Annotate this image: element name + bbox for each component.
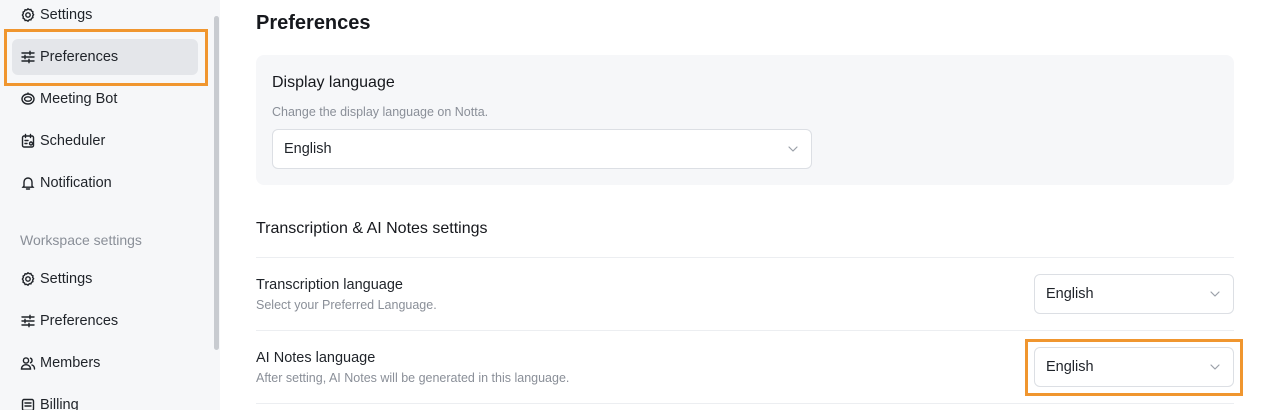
- sidebar-item-settings[interactable]: Settings: [12, 0, 198, 33]
- select-value: English: [1046, 359, 1094, 375]
- sidebar-item-label: Billing: [40, 397, 79, 410]
- display-language-description: Change the display language on Notta.: [272, 105, 489, 119]
- sidebar-item-workspace-settings[interactable]: Settings: [12, 261, 198, 297]
- transcription-ai-notes-section-title: Transcription & AI Notes settings: [256, 220, 488, 237]
- sliders-icon: [20, 313, 36, 329]
- sidebar-item-preferences[interactable]: Preferences: [12, 39, 198, 75]
- chevron-down-icon: [1209, 361, 1221, 373]
- sidebar-item-label: Members: [40, 355, 101, 371]
- sliders-icon: [20, 49, 36, 65]
- workspace-settings-label: Workspace settings: [20, 232, 142, 248]
- select-value: English: [1046, 286, 1094, 302]
- sidebar-item-label: Preferences: [40, 49, 119, 65]
- sidebar-item-notification[interactable]: Notification: [12, 165, 198, 201]
- sidebar-item-label: Preferences: [40, 313, 119, 329]
- bell-icon: [20, 175, 36, 191]
- display-language-title: Display language: [272, 74, 395, 91]
- display-language-select[interactable]: English: [272, 129, 812, 169]
- transcription-language-select[interactable]: English: [1034, 274, 1234, 314]
- sidebar-item-label: Settings: [40, 7, 93, 23]
- ai-notes-language-title: AI Notes language: [256, 350, 376, 366]
- sidebar-item-scheduler[interactable]: Scheduler: [12, 123, 198, 159]
- sidebar-item-workspace-preferences[interactable]: Preferences: [12, 303, 198, 339]
- sidebar-item-label: Settings: [40, 271, 93, 287]
- chevron-down-icon: [1209, 288, 1221, 300]
- sidebar-item-meeting-bot[interactable]: Meeting Bot: [12, 81, 198, 117]
- display-language-card: Display language Change the display lang…: [256, 55, 1234, 185]
- sidebar-scrollbar[interactable]: [214, 16, 219, 350]
- gear-icon: [20, 7, 36, 23]
- billing-icon: [20, 397, 36, 410]
- ai-notes-language-select[interactable]: English: [1034, 347, 1234, 387]
- calendar-icon: [20, 133, 36, 149]
- transcription-language-description: Select your Preferred Language.: [256, 298, 437, 312]
- select-value: English: [284, 141, 332, 157]
- transcription-language-title: Transcription language: [256, 277, 403, 293]
- chevron-down-icon: [787, 143, 799, 155]
- bot-icon: [20, 91, 36, 107]
- sidebar-item-label: Notification: [40, 175, 112, 191]
- divider: [256, 330, 1234, 331]
- sidebar: Settings Preferences Meeting Bot Schedul…: [0, 0, 220, 410]
- members-icon: [20, 355, 36, 371]
- sidebar-item-label: Scheduler: [40, 133, 106, 149]
- ai-notes-language-description: After setting, AI Notes will be generate…: [256, 371, 570, 385]
- sidebar-item-members[interactable]: Members: [12, 345, 198, 381]
- divider: [256, 403, 1234, 404]
- page-title: Preferences: [256, 12, 371, 34]
- sidebar-item-label: Meeting Bot: [40, 91, 118, 107]
- divider: [256, 257, 1234, 258]
- app: Settings Preferences Meeting Bot Schedul…: [0, 0, 1274, 410]
- sidebar-item-billing[interactable]: Billing: [12, 387, 198, 410]
- gear-icon: [20, 271, 36, 287]
